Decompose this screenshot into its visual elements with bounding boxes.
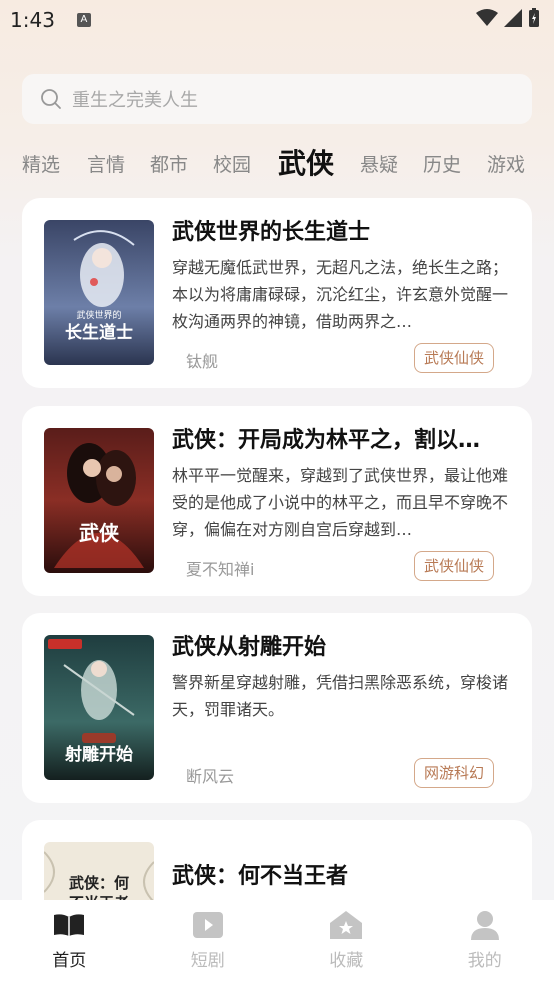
book-description: 警界新星穿越射雕，凭借扫黑除恶系统，穿梭诸天，罚罪诸天。 bbox=[172, 673, 509, 719]
cover-title-small: 武侠世界的 bbox=[76, 309, 121, 321]
cover-title: 武侠 bbox=[79, 521, 120, 545]
book-author: 断风云 bbox=[186, 767, 235, 786]
bottom-nav: 首页 短剧 收藏 我的 bbox=[0, 900, 554, 984]
nav-label: 我的 bbox=[467, 951, 502, 971]
tab-featured[interactable]: 精选 bbox=[22, 150, 60, 177]
tab-romance[interactable]: 言情 bbox=[87, 150, 125, 177]
user-icon bbox=[468, 910, 502, 940]
tab-urban[interactable]: 都市 bbox=[150, 150, 188, 177]
wifi-icon bbox=[476, 9, 498, 26]
book-card[interactable]: 武侠 武侠：开局成为林平之，割以… 林平平一觉醒来，穿越到了武侠世界，最让他难受… bbox=[22, 406, 532, 596]
search-placeholder: 重生之完美人生 bbox=[72, 90, 198, 111]
genre-tag[interactable]: 网游科幻 bbox=[413, 758, 494, 788]
nav-label: 首页 bbox=[52, 951, 87, 971]
status-bar: 1:43 A bbox=[0, 0, 554, 40]
tab-history[interactable]: 历史 bbox=[423, 150, 461, 177]
signal-icon bbox=[504, 9, 522, 27]
book-description: 穿越无魔低武世界，无超凡之法，绝长生之路；本以为将庸庸碌碌，沉沦红尘，许玄意外觉… bbox=[172, 258, 509, 331]
book-title[interactable]: 武侠：开局成为林平之，割以… bbox=[172, 422, 512, 454]
nav-profile[interactable]: 我的 bbox=[416, 900, 554, 984]
nav-label: 收藏 bbox=[329, 951, 364, 971]
notification-icon: A bbox=[76, 13, 91, 27]
book-title[interactable]: 武侠：何不当王者 bbox=[172, 858, 512, 890]
status-time: 1:43 bbox=[10, 8, 55, 32]
book-open-icon bbox=[52, 910, 86, 940]
book-title[interactable]: 武侠从射雕开始 bbox=[172, 629, 512, 661]
category-tabs: 精选 言情 都市 校园 武侠 悬疑 历史 游戏 bbox=[0, 138, 554, 186]
book-cover[interactable]: 武侠 bbox=[44, 428, 154, 573]
cover-title: 射雕开始 bbox=[64, 744, 133, 765]
nav-home[interactable]: 首页 bbox=[0, 900, 139, 984]
genre-tag[interactable]: 武侠仙侠 bbox=[413, 343, 494, 373]
tab-campus[interactable]: 校园 bbox=[213, 150, 251, 177]
genre-tag[interactable]: 武侠仙侠 bbox=[413, 551, 494, 581]
status-icons bbox=[476, 8, 540, 28]
book-title[interactable]: 武侠世界的长生道士 bbox=[172, 214, 512, 246]
tab-wuxia[interactable]: 武侠 bbox=[278, 142, 334, 182]
cover-title: 武侠：何 bbox=[69, 874, 129, 892]
tab-mystery[interactable]: 悬疑 bbox=[360, 150, 398, 177]
star-house-icon bbox=[329, 910, 363, 940]
battery-icon bbox=[529, 8, 539, 27]
book-card[interactable]: 武侠世界的 长生道士 武侠世界的长生道士 穿越无魔低武世界，无超凡之法，绝长生之… bbox=[22, 198, 532, 388]
nav-short-drama[interactable]: 短剧 bbox=[139, 900, 278, 984]
search-input[interactable]: 重生之完美人生 bbox=[22, 74, 532, 124]
book-author: 钛舰 bbox=[186, 352, 219, 371]
search-icon bbox=[41, 89, 61, 109]
cover-title: 长生道士 bbox=[65, 322, 133, 343]
book-author: 夏不知禅i bbox=[186, 560, 255, 579]
book-cover[interactable]: 射雕开始 bbox=[44, 635, 154, 780]
book-card[interactable]: 射雕开始 武侠从射雕开始 警界新星穿越射雕，凭借扫黑除恶系统，穿梭诸天，罚罪诸天… bbox=[22, 613, 532, 803]
nav-label: 短剧 bbox=[190, 951, 225, 971]
nav-favorites[interactable]: 收藏 bbox=[277, 900, 416, 984]
book-cover[interactable]: 武侠世界的 长生道士 bbox=[44, 220, 154, 365]
tab-games[interactable]: 游戏 bbox=[487, 150, 525, 177]
book-description: 林平平一觉醒来，穿越到了武侠世界，最让他难受的是他成了小说中的林平之，而且早不穿… bbox=[172, 466, 509, 539]
play-icon bbox=[191, 910, 225, 940]
